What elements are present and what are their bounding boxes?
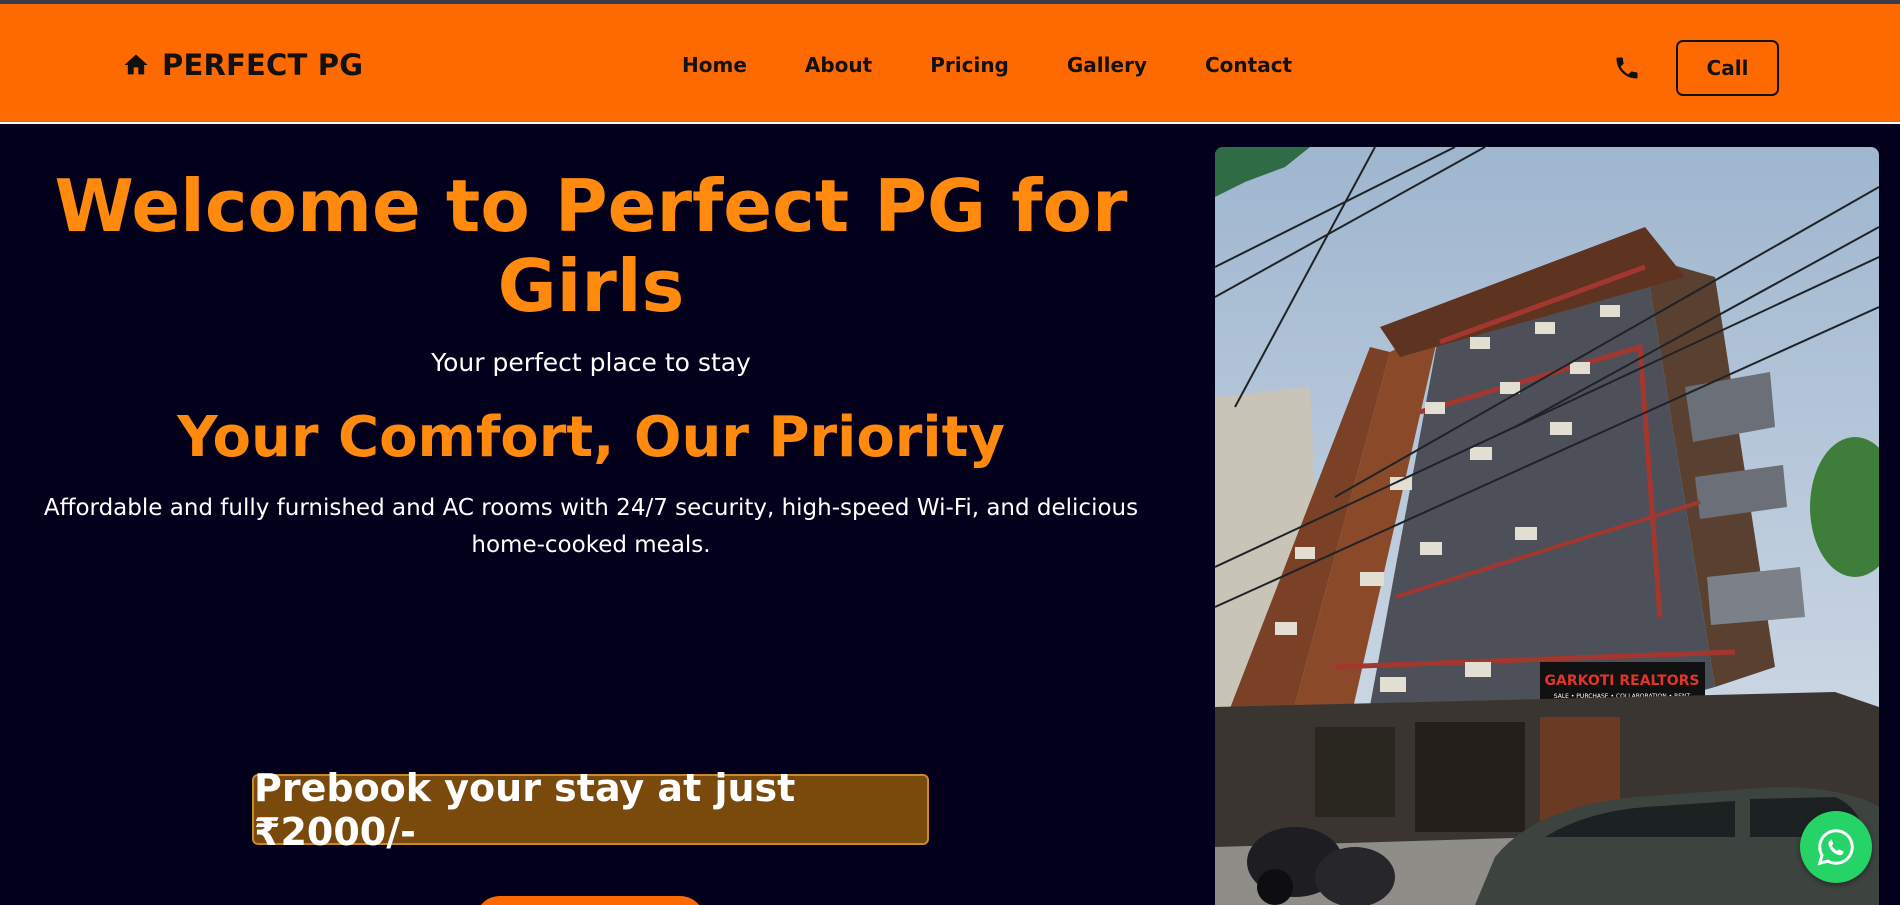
hero-description: Affordable and fully furnished and AC ro…: [43, 495, 1139, 558]
hero-subtitle: Your perfect place to stay: [431, 348, 751, 377]
brand-logo[interactable]: PERFECT PG: [122, 48, 363, 82]
main-nav: Home About Pricing Gallery Contact: [682, 53, 1350, 77]
hero-cta-button[interactable]: [475, 896, 705, 905]
nav-link-about[interactable]: About: [805, 53, 872, 77]
nav-link-pricing[interactable]: Pricing: [930, 53, 1009, 77]
hero-heading: Your Comfort, Our Priority: [177, 405, 1005, 470]
hero-title: Welcome to Perfect PG for Girls: [54, 164, 1128, 328]
home-icon: [124, 54, 148, 75]
nav-link-home[interactable]: Home: [682, 53, 747, 77]
building-photo: GARKOTI REALTORS SALE • PURCHASE • COLLA…: [1215, 147, 1879, 905]
brand-name: PERFECT PG: [162, 48, 364, 82]
shop-sign-text: GARKOTI REALTORS: [1545, 673, 1700, 689]
nav-link-gallery[interactable]: Gallery: [1067, 53, 1147, 77]
navbar: PERFECT PG Home About Pricing Gallery Co…: [0, 4, 1900, 124]
phone-icon[interactable]: [1613, 54, 1641, 82]
nav-link-contact[interactable]: Contact: [1205, 53, 1292, 77]
call-button[interactable]: Call: [1676, 40, 1779, 96]
whatsapp-button[interactable]: [1800, 811, 1872, 883]
prebook-banner: Prebook your stay at just ₹2000/-: [252, 766, 929, 854]
whatsapp-icon: [1817, 829, 1854, 866]
hero-section: Welcome to Perfect PG for Girls Your per…: [0, 126, 1182, 905]
